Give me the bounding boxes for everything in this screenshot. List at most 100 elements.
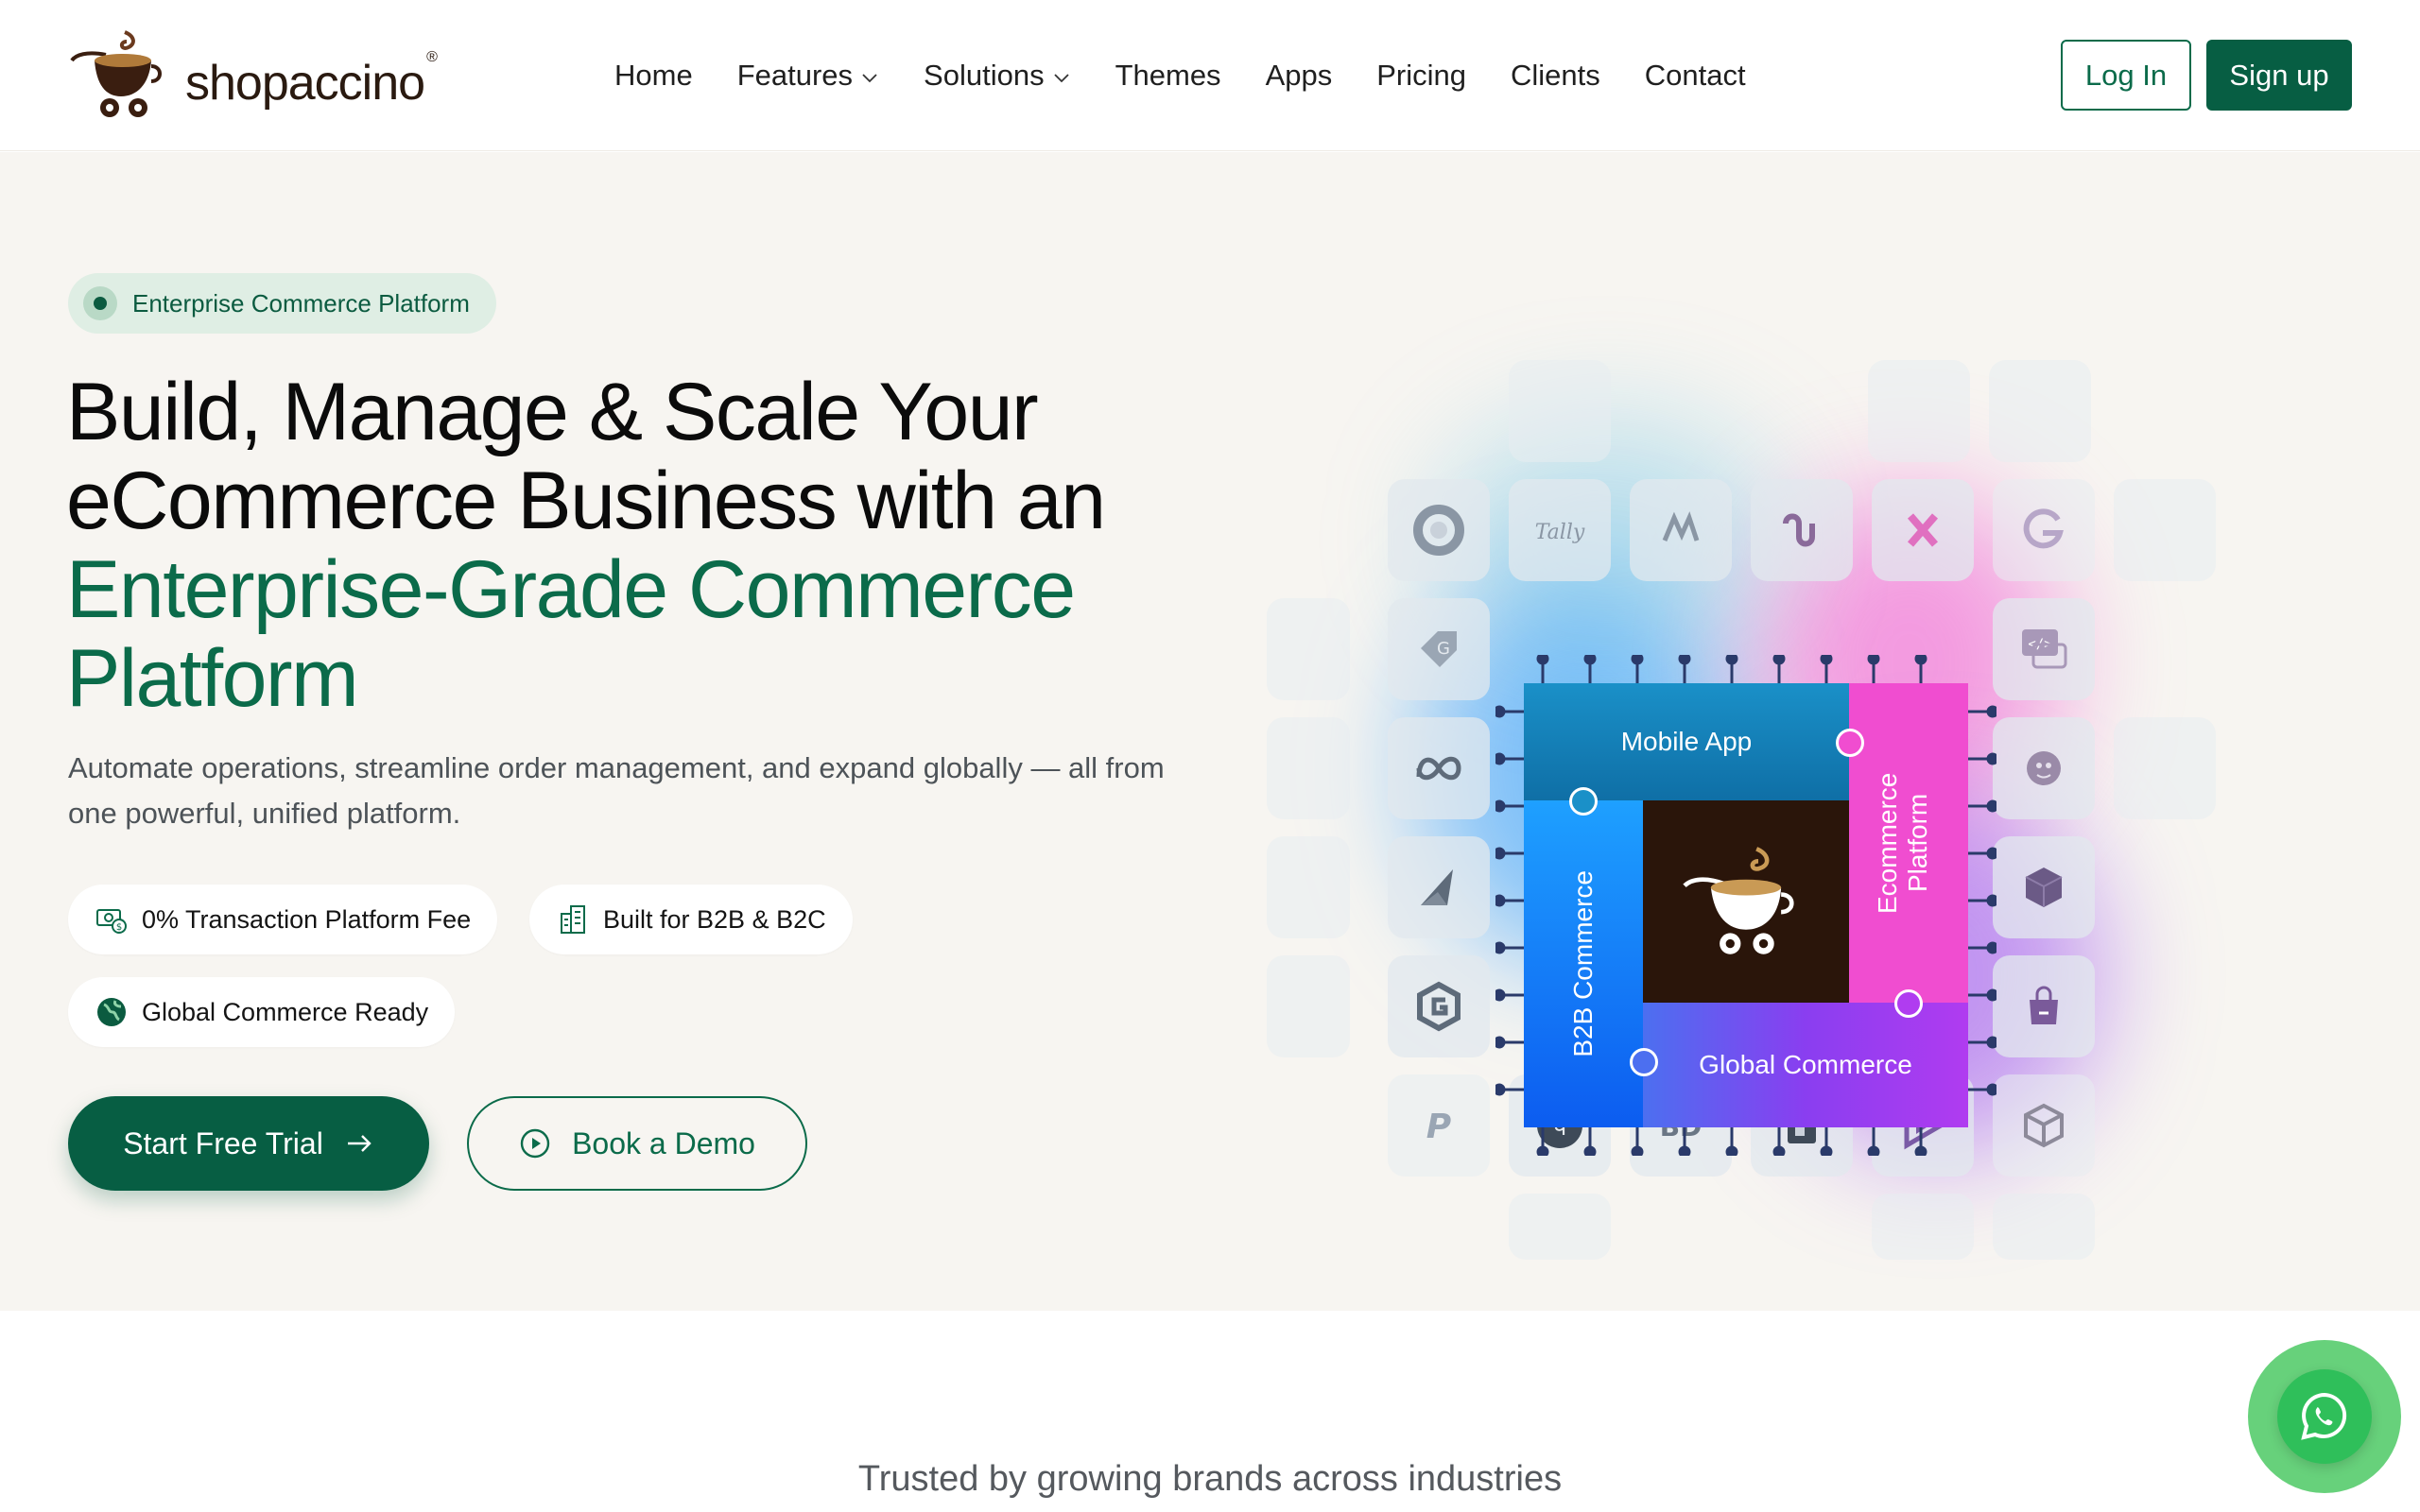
feature-chip-fee: $ 0% Transaction Platform Fee xyxy=(68,885,498,954)
nav-features[interactable]: Features xyxy=(737,59,879,93)
nav-solutions[interactable]: Solutions xyxy=(924,59,1071,93)
integration-tile xyxy=(1993,1074,2095,1177)
integration-tile xyxy=(1388,717,1490,819)
grid-tile xyxy=(1993,1194,2095,1260)
puzzle-knob xyxy=(1894,989,1923,1018)
nav-apps[interactable]: Apps xyxy=(1266,59,1333,93)
integration-tile xyxy=(1872,479,1974,581)
puzzle-mobile-app: Mobile App xyxy=(1524,683,1849,800)
lifebuoy-icon xyxy=(1413,505,1464,556)
feature-puzzle: Mobile App Ecommerce Platform B2B Commer… xyxy=(1524,683,1968,1127)
integration-tile xyxy=(1993,955,2095,1057)
integration-tile xyxy=(1388,836,1490,938)
g-icon xyxy=(2023,508,2064,549)
coffee-cart-logo-icon xyxy=(70,30,162,117)
money-icon: $ xyxy=(96,909,127,934)
nav-home[interactable]: Home xyxy=(614,59,693,93)
integration-tile: G xyxy=(1388,598,1490,700)
app-icon xyxy=(1907,513,1939,547)
logo-wordmark: shopaccino ® xyxy=(185,48,438,111)
integration-tile xyxy=(1751,479,1853,581)
globe-icon xyxy=(97,998,126,1026)
main-nav: Home Features Solutions Themes Apps Pric… xyxy=(614,49,1790,102)
headline-line-1: Build, Manage & Scale Your xyxy=(66,367,1039,457)
nav-themes[interactable]: Themes xyxy=(1115,59,1221,93)
app-icon xyxy=(1662,511,1700,541)
logo[interactable]: shopaccino ® xyxy=(68,26,446,125)
box-icon xyxy=(2024,1103,2064,1148)
hero-subtext: Automate operations, streamline order ma… xyxy=(68,751,1165,830)
coffee-cart-icon xyxy=(1683,847,1794,954)
hero-headline: Build, Manage & Scale Your eCommerce Bus… xyxy=(66,368,1238,723)
integration-illustration: Tally G </> P पे BD xyxy=(1248,266,2307,1286)
start-free-trial-button[interactable]: Start Free Trial xyxy=(68,1096,429,1191)
trusted-heading: Trusted by growing brands across industr… xyxy=(857,1459,1563,1499)
puzzle-b2b-commerce: B2B Commerce xyxy=(1524,800,1643,1127)
svg-text:P: P xyxy=(1426,1108,1451,1146)
integration-tile xyxy=(1388,479,1490,581)
integration-tile xyxy=(1993,836,2095,938)
grid-tile xyxy=(1872,1194,1974,1260)
puzzle-knob xyxy=(1569,787,1598,816)
badge-dot-icon xyxy=(83,286,117,320)
puzzle-knob xyxy=(1836,729,1864,757)
feature-chip-global: Global Commerce Ready xyxy=(68,977,456,1047)
hero-section: Enterprise Commerce Platform Build, Mana… xyxy=(0,152,2420,1311)
book-demo-button[interactable]: Book a Demo xyxy=(467,1096,807,1191)
site-header: shopaccino ® Home Features Solutions Them… xyxy=(0,0,2420,151)
play-circle-icon xyxy=(520,1128,550,1159)
headline-highlight: Enterprise-Grade Commerce Platform xyxy=(66,544,1076,724)
grid-tile xyxy=(1267,598,1350,700)
chevron-down-icon xyxy=(1053,74,1069,83)
puzzle-global-commerce: Global Commerce xyxy=(1643,1003,1968,1127)
integration-tile: </> xyxy=(1993,598,2095,700)
grid-tile xyxy=(1509,360,1611,462)
whatsapp-icon xyxy=(2301,1392,2347,1440)
grid-tile xyxy=(1267,717,1350,819)
grid-tile xyxy=(1509,1194,1611,1260)
grid-tile xyxy=(2114,717,2216,819)
paypal-icon: P xyxy=(1426,1108,1451,1146)
integration-tile xyxy=(1630,479,1732,581)
feature-chip-b2b: Built for B2B & B2C xyxy=(529,885,853,954)
trusted-section: Trusted by growing brands across industr… xyxy=(0,1312,2420,1512)
arrow-logo-icon xyxy=(1421,869,1453,905)
hero-badge: Enterprise Commerce Platform xyxy=(68,273,496,334)
grid-tile xyxy=(1868,360,1970,462)
mailchimp-icon xyxy=(2027,751,2061,785)
cube-icon xyxy=(2025,868,2063,907)
tag-icon: G xyxy=(1421,631,1457,667)
grid-tile xyxy=(1267,955,1350,1057)
code-chat-icon: </> xyxy=(2022,629,2067,669)
integration-tile xyxy=(1388,955,1490,1057)
integration-tile: P xyxy=(1388,1074,1490,1177)
svg-text:$: $ xyxy=(116,922,122,933)
nav-pricing[interactable]: Pricing xyxy=(1376,59,1466,93)
headline-line-2: eCommerce Business with an xyxy=(66,455,1106,546)
whatsapp-chat-button[interactable] xyxy=(2248,1340,2401,1493)
app-icon xyxy=(1783,513,1815,547)
grid-tile xyxy=(1267,836,1350,938)
grid-tile xyxy=(2114,479,2216,581)
nav-clients[interactable]: Clients xyxy=(1511,59,1600,93)
integration-tile: Tally xyxy=(1509,479,1611,581)
shopping-bag-icon xyxy=(2030,986,2058,1024)
puzzle-center-logo xyxy=(1643,800,1849,1003)
building-icon xyxy=(561,905,585,934)
login-button[interactable]: Log In xyxy=(2061,40,2191,111)
meta-icon xyxy=(1416,756,1461,781)
nav-contact[interactable]: Contact xyxy=(1645,59,1746,93)
g-hexagon-icon xyxy=(1417,981,1461,1032)
signup-button[interactable]: Sign up xyxy=(2206,40,2352,111)
svg-text:G: G xyxy=(1437,639,1450,659)
tally-icon: Tally xyxy=(1535,521,1585,544)
puzzle-ecommerce-platform: Ecommerce Platform xyxy=(1849,683,1968,1003)
badge-label: Enterprise Commerce Platform xyxy=(132,288,470,318)
chevron-down-icon xyxy=(862,74,877,83)
integration-tile xyxy=(1993,479,2095,581)
arrow-right-icon xyxy=(347,1135,372,1152)
integration-tile xyxy=(1993,717,2095,819)
svg-text:Tally: Tally xyxy=(1535,521,1585,544)
grid-tile xyxy=(1989,360,2091,462)
puzzle-knob xyxy=(1630,1048,1658,1076)
